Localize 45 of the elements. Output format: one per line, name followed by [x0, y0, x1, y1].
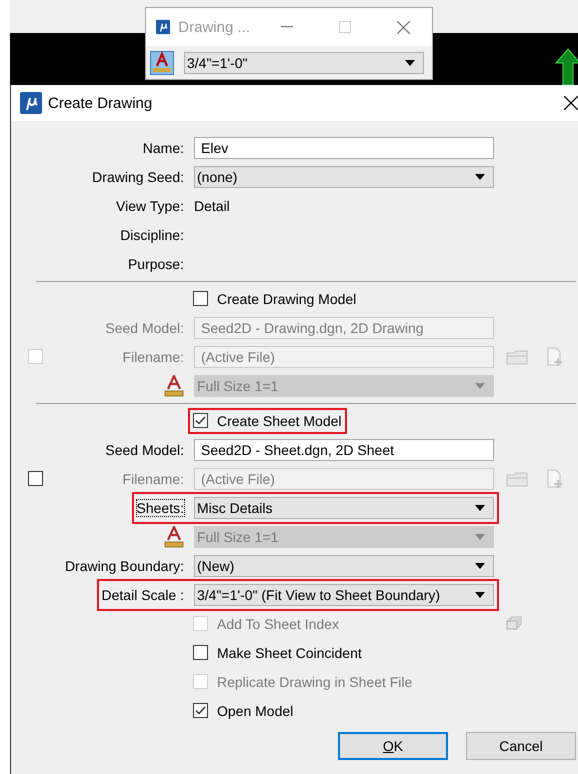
checkbox-label: Create Drawing Model — [217, 290, 356, 306]
field-label: Drawing Boundary: — [64, 558, 184, 574]
checkbox-label: Make Sheet Coincident — [217, 644, 362, 660]
checkbox[interactable] — [193, 413, 208, 428]
caret-icon — [475, 174, 485, 180]
annotation-scale-icon[interactable] — [150, 50, 174, 74]
checkbox-label: Replicate Drawing in Sheet File — [217, 674, 412, 690]
caret-icon — [475, 534, 485, 540]
field-label: Filename: — [122, 470, 184, 486]
caret-icon — [475, 504, 485, 510]
field-label: Purpose: — [128, 256, 184, 272]
caret-icon — [405, 60, 415, 66]
field-label: Drawing Seed: — [92, 168, 184, 184]
field-label: Discipline: — [120, 226, 184, 242]
checkbox-label: Create Sheet Model — [217, 412, 342, 428]
dropdown[interactable]: 3/4"=1'-0" — [184, 52, 424, 74]
field-value: Detail — [194, 198, 230, 214]
close-icon[interactable] — [564, 96, 578, 110]
text-field[interactable]: Seed2D - Sheet.dgn, 2D Sheet — [194, 438, 494, 460]
checkbox[interactable] — [193, 291, 208, 306]
checkbox[interactable] — [193, 703, 208, 718]
field-label: View Type: — [116, 198, 184, 214]
cancel-button[interactable]: Cancel — [466, 732, 576, 760]
field-label: Detail Scale : — [102, 586, 184, 602]
caret-icon — [475, 562, 485, 568]
field-label: Name: — [142, 140, 184, 156]
field-label: Filename: — [122, 348, 184, 364]
dialog-title: Create Drawing — [48, 94, 152, 112]
app-logo-icon — [20, 92, 42, 114]
dropdown[interactable]: (New) — [194, 554, 494, 576]
minimize-icon[interactable] — [281, 26, 293, 28]
field-label: Seed Model: — [105, 320, 184, 336]
dropdown[interactable]: Misc Details — [194, 496, 494, 518]
caret-icon — [475, 592, 485, 598]
dropdown[interactable]: 3/4"=1'-0" (Fit View to Sheet Boundary) — [194, 584, 494, 606]
checkbox-label: Add To Sheet Index — [217, 616, 339, 632]
text-field[interactable]: Elev — [194, 136, 494, 158]
checkbox[interactable] — [193, 645, 208, 660]
window-title: Drawing ... — [178, 18, 250, 36]
caret-icon — [475, 382, 485, 388]
field-label: Sheets: — [136, 500, 184, 516]
dropdown[interactable]: (none) — [194, 166, 494, 188]
field-label: Seed Model: — [105, 442, 184, 458]
ok-button[interactable]: OK — [338, 732, 448, 760]
checkbox-label: Open Model — [217, 702, 294, 718]
